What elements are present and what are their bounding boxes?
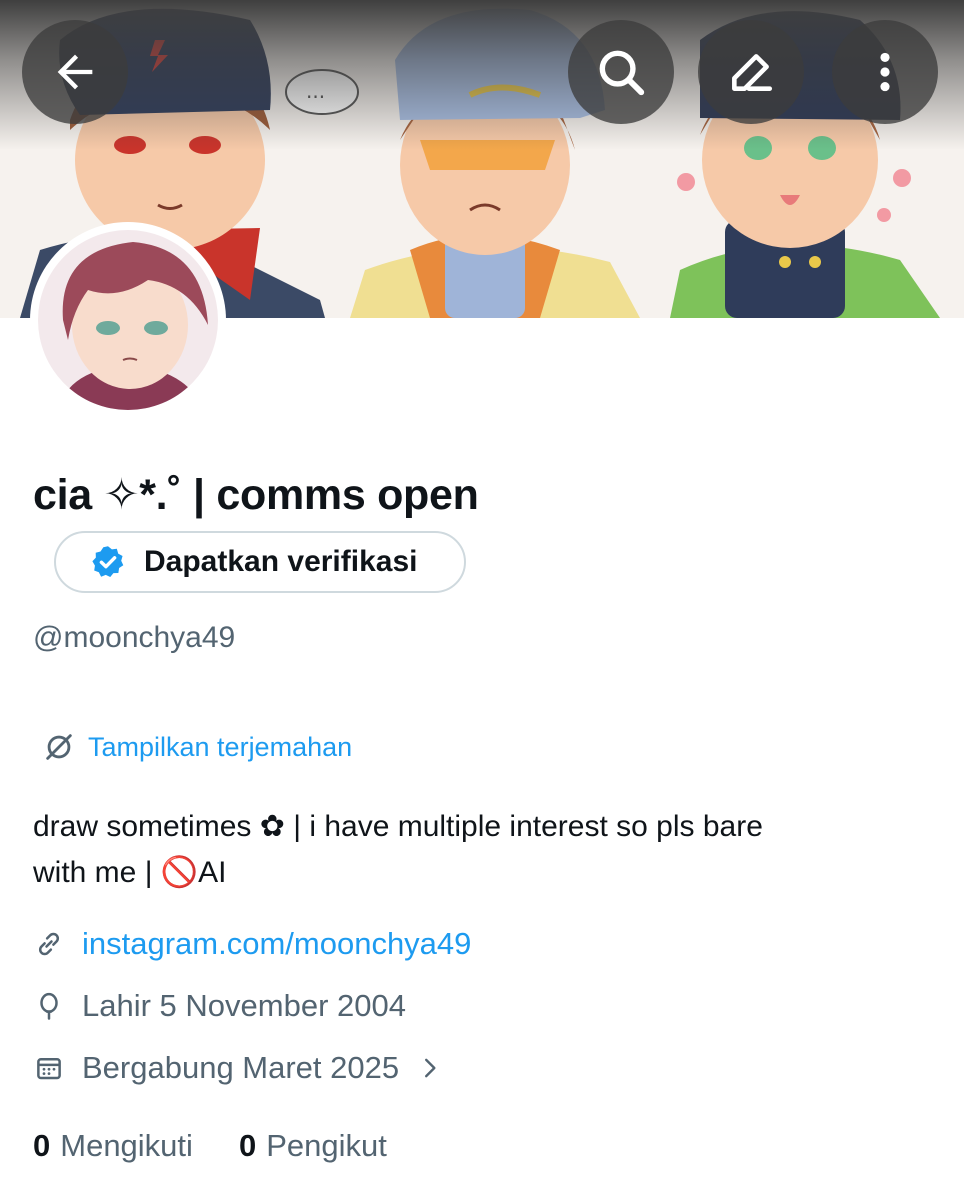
arrow-left-icon (57, 54, 93, 90)
follow-stats: 0 Mengikuti 0 Pengikut (33, 1128, 387, 1164)
search-icon (599, 50, 645, 96)
birthday-text: Lahir 5 November 2004 (82, 988, 406, 1023)
followers-link[interactable]: 0 Pengikut (239, 1128, 387, 1164)
search-button[interactable] (568, 20, 674, 124)
show-translation-label: Tampilkan terjemahan (88, 731, 353, 762)
avatar-image (38, 230, 218, 410)
more-vertical-icon (880, 52, 890, 92)
balloon-icon (40, 992, 58, 1020)
following-count: 0 (33, 1128, 51, 1163)
following-label: Mengikuti (60, 1128, 193, 1163)
translate-icon (46, 734, 72, 760)
calendar-icon (37, 1058, 61, 1080)
get-verified-label: Dapatkan verifikasi (144, 545, 418, 578)
following-link[interactable]: 0 Mengikuti (33, 1128, 193, 1164)
website-row[interactable]: instagram.com/moonchya49 (34, 926, 471, 962)
username-handle: @moonchya49 (33, 621, 236, 654)
website-link[interactable]: instagram.com/moonchya49 (82, 926, 471, 962)
profile-bio: draw sometimes ✿ | i have multiple inter… (33, 804, 933, 896)
chevron-right-icon (425, 1058, 436, 1078)
back-button[interactable] (22, 20, 128, 124)
birthday-row: Lahir 5 November 2004 (34, 988, 406, 1024)
link-icon (38, 932, 60, 956)
get-verified-button[interactable]: Dapatkan verifikasi (54, 531, 466, 593)
more-button[interactable] (832, 20, 938, 124)
profile-avatar[interactable] (30, 222, 226, 418)
verified-badge-icon (92, 546, 124, 577)
bio-line: draw sometimes ✿ | i have multiple inter… (33, 810, 763, 843)
show-translation-link[interactable]: Tampilkan terjemahan (42, 730, 352, 764)
followers-label: Pengikut (266, 1128, 387, 1163)
bio-line: with me | 🚫AI (33, 856, 227, 889)
banner-shade (0, 0, 964, 150)
edit-button[interactable] (698, 20, 804, 124)
joined-text: Bergabung Maret 2025 (82, 1050, 400, 1085)
edit-icon (732, 54, 773, 91)
followers-count: 0 (238, 1128, 257, 1163)
joined-row[interactable]: Bergabung Maret 2025 (34, 1050, 443, 1086)
display-name: cia ✧*.˚ | comms open (33, 471, 479, 519)
